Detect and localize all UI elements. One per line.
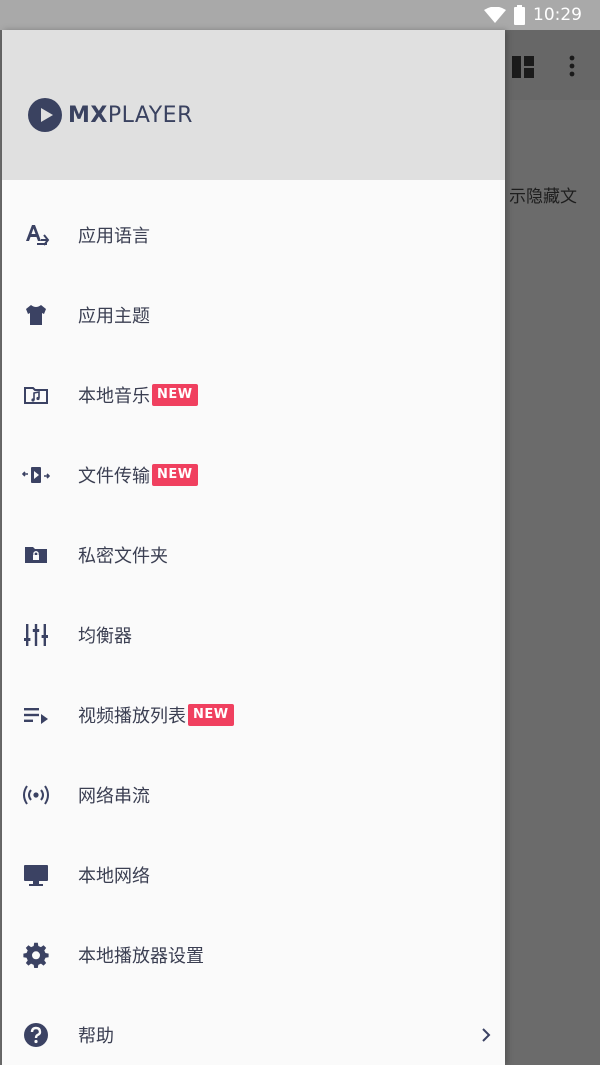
menu-item-local-music[interactable]: 本地音乐 NEW bbox=[2, 355, 505, 435]
menu-item-player-settings[interactable]: 本地播放器设置 bbox=[2, 915, 505, 995]
drawer-menu: 应用语言 应用主题 本地音乐 NEW 文件传输 NEW 私密文件夹 均衡器 视频… bbox=[2, 195, 505, 1065]
drawer-header: MXPLAYER bbox=[2, 30, 505, 180]
view-grid-icon[interactable] bbox=[512, 56, 534, 78]
shirt-icon bbox=[22, 301, 50, 329]
battery-icon bbox=[514, 5, 525, 25]
music-folder-icon bbox=[22, 381, 50, 409]
menu-item-private-folder[interactable]: 私密文件夹 bbox=[2, 515, 505, 595]
menu-item-video-playlist[interactable]: 视频播放列表 NEW bbox=[2, 675, 505, 755]
menu-label-help: 帮助 bbox=[78, 1026, 114, 1047]
menu-item-app-theme[interactable]: 应用主题 bbox=[2, 275, 505, 355]
new-badge: NEW bbox=[152, 384, 198, 406]
menu-item-help[interactable]: 帮助 bbox=[2, 995, 505, 1065]
status-bar: 10:29 bbox=[0, 0, 600, 30]
menu-label-equalizer: 均衡器 bbox=[78, 626, 132, 647]
menu-label-player-settings: 本地播放器设置 bbox=[78, 946, 204, 967]
menu-label-app-theme: 应用主题 bbox=[78, 306, 150, 327]
menu-item-network-stream[interactable]: 网络串流 bbox=[2, 755, 505, 835]
status-time: 10:29 bbox=[533, 5, 582, 25]
translate-icon bbox=[22, 221, 50, 249]
help-icon bbox=[22, 1021, 50, 1049]
menu-label-local-music: 本地音乐 bbox=[78, 386, 150, 407]
menu-label-file-transfer: 文件传输 bbox=[78, 466, 150, 487]
navigation-drawer: MXPLAYER 应用语言 应用主题 本地音乐 NEW 文件传输 NEW 私密文… bbox=[2, 30, 505, 1065]
menu-item-equalizer[interactable]: 均衡器 bbox=[2, 595, 505, 675]
menu-label-network-stream: 网络串流 bbox=[78, 786, 150, 807]
playlist-icon bbox=[22, 701, 50, 729]
monitor-icon bbox=[22, 861, 50, 889]
mx-player-logo: MXPLAYER bbox=[28, 98, 193, 132]
wifi-icon bbox=[484, 7, 506, 23]
menu-label-private-folder: 私密文件夹 bbox=[78, 546, 168, 567]
new-badge: NEW bbox=[152, 464, 198, 486]
logo-text-mx: MX bbox=[68, 102, 108, 128]
play-logo-icon bbox=[28, 98, 62, 132]
new-badge: NEW bbox=[188, 704, 234, 726]
lock-folder-icon bbox=[22, 541, 50, 569]
equalizer-icon bbox=[22, 621, 50, 649]
logo-text-player: PLAYER bbox=[107, 102, 193, 128]
menu-label-app-language: 应用语言 bbox=[78, 226, 150, 247]
file-transfer-icon bbox=[22, 461, 50, 489]
menu-label-video-playlist: 视频播放列表 bbox=[78, 706, 186, 727]
gear-icon bbox=[22, 941, 50, 969]
menu-item-local-network[interactable]: 本地网络 bbox=[2, 835, 505, 915]
menu-item-file-transfer[interactable]: 文件传输 NEW bbox=[2, 435, 505, 515]
menu-item-app-language[interactable]: 应用语言 bbox=[2, 195, 505, 275]
more-vert-icon[interactable] bbox=[566, 54, 578, 78]
menu-label-local-network: 本地网络 bbox=[78, 866, 150, 887]
background-partial-text: 示隐藏文 bbox=[509, 187, 577, 207]
stream-icon bbox=[22, 781, 50, 809]
chevron-right-icon bbox=[482, 1028, 491, 1042]
